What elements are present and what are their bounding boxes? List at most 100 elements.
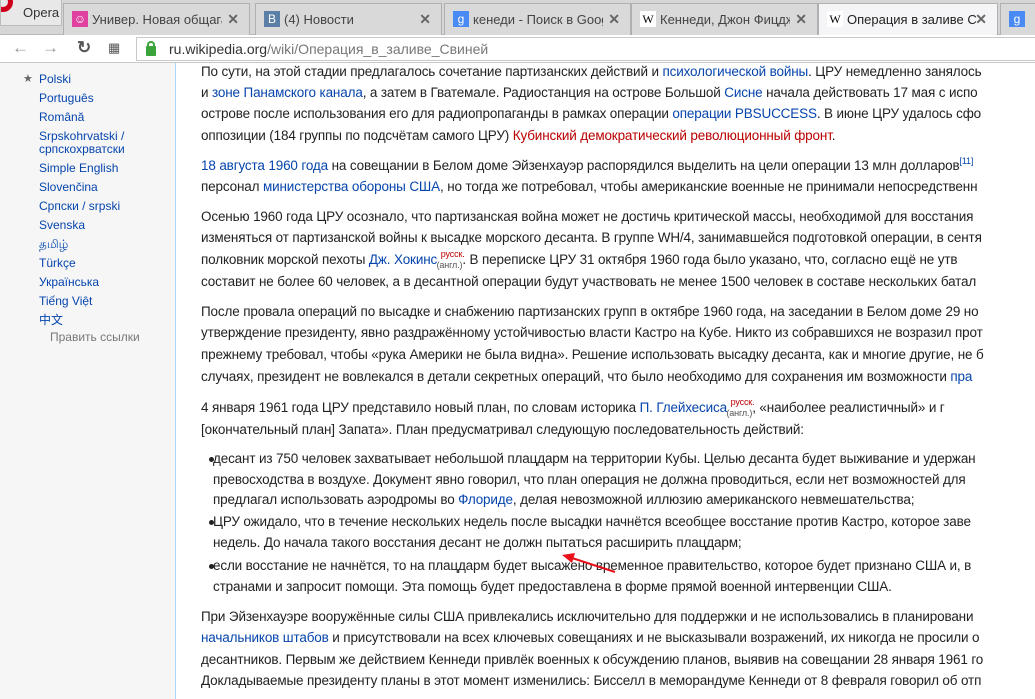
tab-wikipedia[interactable]: W Кеннеди, Джон Фицджер ✕ bbox=[631, 3, 818, 35]
close-tab-icon[interactable]: ✕ bbox=[608, 11, 620, 28]
article-content: По сути, на этой стадии предлагалось соч… bbox=[177, 63, 1035, 699]
vk-favicon-icon: B bbox=[264, 11, 280, 27]
tab-label: Кеннеди, Джон Фицджер bbox=[660, 12, 790, 27]
footnote-ref[interactable]: [11] bbox=[959, 156, 973, 166]
lock-icon bbox=[146, 41, 156, 56]
tab-label: Универ. Новая общага / bbox=[92, 12, 222, 27]
language-link[interactable]: Українська bbox=[39, 275, 99, 289]
text-line: прежнему требовал, чтобы «рука Америки н… bbox=[201, 347, 984, 363]
tab-univer[interactable]: ☺ Универ. Новая общага / ✕ bbox=[63, 3, 250, 35]
article-link[interactable]: операции PBSUCCESS bbox=[672, 106, 817, 121]
bullet-icon bbox=[209, 564, 214, 569]
language-link[interactable]: Slovenčina bbox=[39, 180, 98, 194]
language-link[interactable]: 中文 bbox=[39, 313, 63, 327]
text-segment: если восстание не начнётся, то на плацда… bbox=[213, 558, 972, 573]
text-segment: острове после использования его для ради… bbox=[201, 106, 673, 121]
text-line: и зоне Панамского канала, а затем в Гват… bbox=[201, 85, 978, 101]
language-link[interactable]: Tiếng Việt bbox=[39, 294, 92, 308]
article-link[interactable]: психологической войны bbox=[662, 64, 808, 79]
text-line: персонал министерства обороны США, но то… bbox=[201, 179, 978, 195]
text-segment: [окончательный план] Запата». План преду… bbox=[201, 422, 804, 437]
google-favicon-icon: g bbox=[1009, 11, 1025, 27]
article-link[interactable]: Сисне bbox=[724, 85, 762, 100]
article-link[interactable]: начальников штабов bbox=[201, 630, 329, 645]
opera-menu-button[interactable]: Opera bbox=[0, 0, 62, 26]
forward-icon[interactable]: → bbox=[42, 38, 59, 58]
tab-vk[interactable]: B (4) Новости ✕ bbox=[255, 3, 442, 35]
tab-label: кенеди - Поиск в Google bbox=[473, 12, 603, 27]
interlang-link[interactable]: русск. bbox=[441, 249, 465, 259]
text-segment: начала действовать 17 мая с испо bbox=[762, 85, 978, 100]
language-link[interactable]: Polski bbox=[39, 72, 71, 86]
address-bar: ← → ↻ ▦ ru.wikipedia.org/wiki/Операция_в… bbox=[0, 35, 1035, 63]
interlang-link[interactable]: русск. bbox=[731, 397, 755, 407]
article-link[interactable]: пра bbox=[950, 369, 972, 384]
text-segment: десантников. Первым же действием Кеннеди… bbox=[201, 652, 984, 667]
text-line: По сути, на этой стадии предлагалось соч… bbox=[201, 64, 982, 80]
article-link[interactable]: Флориде bbox=[458, 492, 513, 507]
close-tab-icon[interactable]: ✕ bbox=[795, 11, 807, 28]
wikipedia-favicon-icon: W bbox=[827, 11, 843, 27]
language-link[interactable]: Српски / srpski bbox=[39, 199, 120, 213]
language-link[interactable]: Português bbox=[39, 91, 94, 105]
article-link[interactable]: министерства обороны США bbox=[263, 179, 440, 194]
text-segment: 4 января 1961 года ЦРУ представило новый… bbox=[201, 400, 640, 415]
text-segment: , но тогда же потребовал, чтобы американ… bbox=[440, 179, 978, 194]
text-segment: недель. До начала такого восстания десан… bbox=[213, 535, 742, 550]
close-tab-icon[interactable]: ✕ bbox=[227, 11, 239, 28]
reload-icon[interactable]: ↻ bbox=[77, 38, 91, 58]
back-icon[interactable]: ← bbox=[12, 38, 29, 58]
opera-label: Opera bbox=[23, 5, 60, 20]
text-segment: случаях, президент не вовлекался в детал… bbox=[201, 369, 951, 384]
language-link[interactable]: தமிழ் bbox=[39, 237, 68, 251]
article-link[interactable]: зоне Панамского канала bbox=[212, 85, 363, 100]
url-host: ru.wikipedia.org bbox=[169, 41, 268, 57]
language-link[interactable]: Română bbox=[39, 110, 84, 124]
univer-favicon-icon: ☺ bbox=[72, 11, 88, 27]
text-line: если восстание не начнётся, то на плацда… bbox=[213, 558, 971, 574]
text-line: оппозиции (184 группы по подсчётам самог… bbox=[201, 128, 835, 144]
language-link[interactable]: Simple English bbox=[39, 161, 118, 175]
tab-label: Операция в заливе Свин bbox=[847, 12, 977, 27]
star-icon: ★ bbox=[23, 73, 33, 85]
text-segment: персонал bbox=[201, 179, 263, 194]
article-link[interactable]: 18 августа 1960 года bbox=[201, 158, 328, 173]
edit-links-link[interactable]: Править ссылки bbox=[50, 330, 140, 344]
interlang-link[interactable]: (англ.) bbox=[437, 260, 463, 270]
text-segment: , делая невозможной иллюзию американског… bbox=[512, 492, 915, 507]
bullet-icon bbox=[209, 457, 214, 462]
tab-wikipedia[interactable]: W Операция в заливе Свин✕ bbox=[818, 3, 998, 35]
text-segment: ЦРУ ожидало, что в течение нескольких не… bbox=[213, 514, 971, 529]
text-line: острове после использования его для ради… bbox=[201, 106, 981, 122]
bullet-icon bbox=[209, 520, 214, 525]
tab-google[interactable]: g кенеди - Поиск в Google ✕ bbox=[444, 3, 631, 35]
language-sidebar: ★ Polski Português Română Srpskohrvatski / с… bbox=[0, 63, 176, 699]
text-segment: прежнему требовал, чтобы «рука Америки н… bbox=[201, 347, 984, 362]
close-tab-icon[interactable]: ✕ bbox=[419, 11, 431, 28]
red-link[interactable]: Кубинский демократический революционный … bbox=[513, 128, 832, 143]
language-link[interactable]: српскохрватски bbox=[39, 142, 125, 156]
text-segment: Осенью 1960 года ЦРУ осознало, что парти… bbox=[201, 209, 974, 224]
language-link[interactable]: Svenska bbox=[39, 218, 85, 232]
language-link[interactable]: Srpskohrvatski / bbox=[39, 129, 124, 143]
tab-bar: Opera ☺ Универ. Новая общага / ✕ B (4) Новос… bbox=[0, 0, 1035, 35]
close-tab-icon[interactable]: ✕ bbox=[975, 11, 987, 28]
article-link[interactable]: Дж. Хокинс bbox=[369, 252, 437, 267]
text-line: десантников. Первым же действием Кеннеди… bbox=[201, 652, 983, 668]
text-segment: и присутствовали на всех ключевых совеща… bbox=[328, 630, 980, 645]
speed-dial-icon[interactable]: ▦ bbox=[108, 40, 120, 56]
text-line: После провала операций по высадке и снаб… bbox=[201, 304, 979, 320]
url-input[interactable]: ru.wikipedia.org/wiki/Операция_в_заливе_… bbox=[136, 37, 1035, 61]
language-link[interactable]: Türkçe bbox=[39, 256, 76, 270]
opera-logo-icon bbox=[1, 0, 13, 12]
article-link[interactable]: П. Глейхесиса bbox=[640, 400, 728, 415]
interlang-link[interactable]: (англ.) bbox=[726, 408, 752, 418]
text-line: 18 августа 1960 года на совещании в Бело… bbox=[201, 156, 973, 175]
url-path: /wiki/Операция_в_заливе_Свиней bbox=[267, 41, 489, 57]
text-segment: По сути, на этой стадии предлагалось соч… bbox=[201, 64, 663, 79]
text-segment: , а затем в Гватемале. Радиостанция на о… bbox=[362, 85, 725, 100]
text-segment: десант из 750 человек захватывает неболь… bbox=[213, 451, 976, 466]
tab-google-extra[interactable]: g bbox=[1000, 3, 1035, 35]
text-segment: утверждение президенту, явно раздражённо… bbox=[201, 325, 983, 340]
wikipedia-favicon-icon: W bbox=[640, 11, 656, 27]
